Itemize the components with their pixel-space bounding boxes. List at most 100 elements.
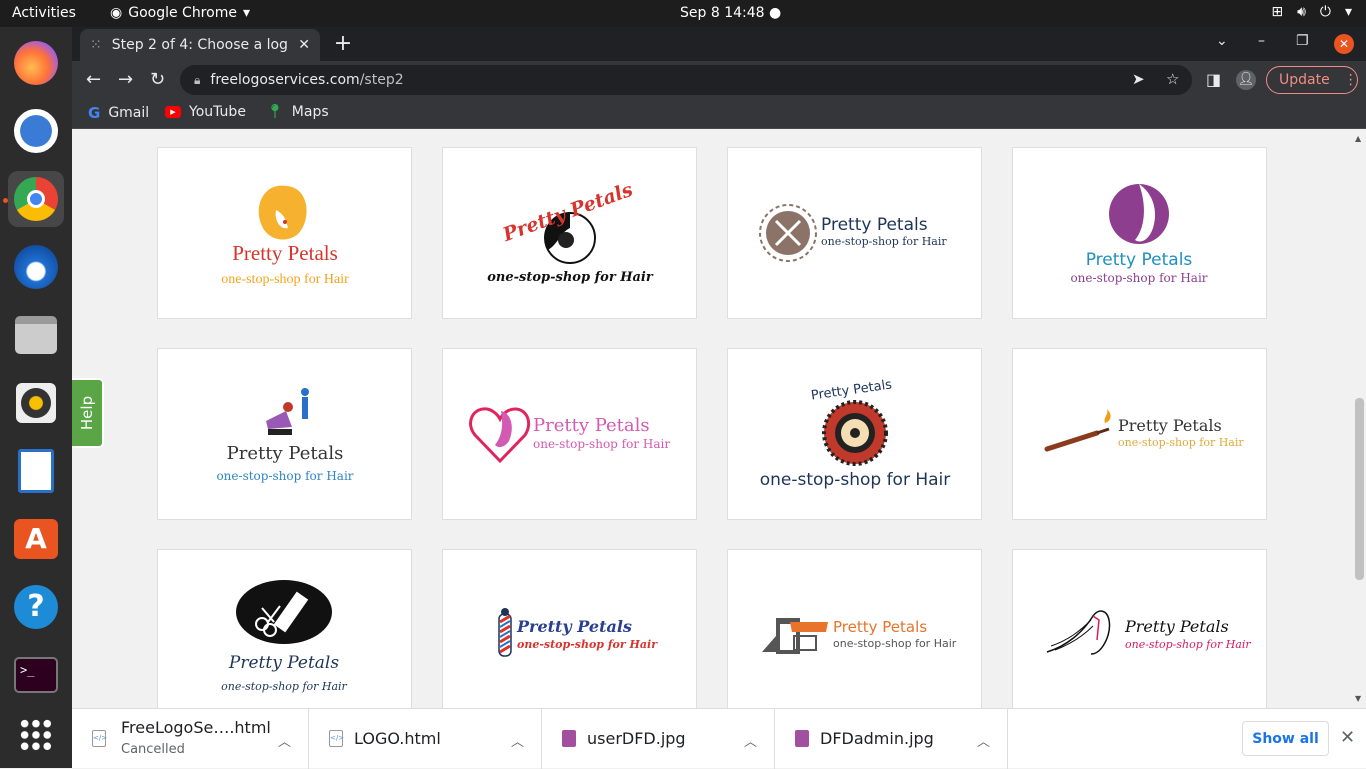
logo-tagline: one-stop-shop for Hair [533,437,670,451]
dock-thunderbird[interactable] [8,239,64,295]
dock-terminal[interactable]: >_ [8,647,64,703]
bookmark-label: Gmail [108,105,150,121]
logo-card[interactable]: Pretty Petals one-stop-shop for Hair [442,549,697,708]
dock-rhythmbox[interactable] [8,375,64,431]
side-panel-icon[interactable]: ◨ [1206,70,1221,89]
woman-hair-icon [258,185,307,240]
help-tab[interactable]: Help [72,378,104,448]
tab-active[interactable]: ⁙ Step 2 of 4: Choose a logo ✕ [80,29,320,61]
send-tab-icon[interactable]: ➤ [1132,70,1145,88]
forward-button[interactable]: → [118,69,133,90]
chevron-up-icon[interactable]: ︿ [511,731,524,750]
page-scrollbar[interactable]: ▲ ▼ [1352,130,1366,708]
rhythmbox-icon [16,383,56,423]
clock[interactable]: Sep 8 14:48 ● [680,5,781,21]
caret-down-icon: ▾ [1344,4,1352,20]
salon-chair-icon [266,388,309,435]
download-filename: LOGO.html [354,729,441,748]
address-bar[interactable]: 🔒︎ freelogoservices.com/step2 ➤ ☆ [180,65,1192,95]
logo-card[interactable]: Pretty Petals one-stop-shop for Hair [727,348,982,520]
logo-name: Pretty Petals [232,241,338,265]
chevron-up-icon[interactable]: ︿ [278,731,291,750]
download-item[interactable]: userDFD.jpg ︿ [542,709,775,769]
logo-tagline: one-stop-shop for Hair [821,235,947,248]
logo-card[interactable]: Pretty Petals one-stop-shop for Hair [1012,549,1267,708]
logo-name: Pretty Petals [833,618,927,636]
dock-writer[interactable] [8,443,64,499]
scissors-badge-icon [759,204,817,262]
logo-graphic: Pretty Petals one-stop-shop for Hair [487,179,654,285]
logo-name: Pretty Petals [533,415,650,436]
logo-card[interactable]: Pretty Petals one-stop-shop for Hair [442,348,697,520]
show-all-button[interactable]: Show all [1242,721,1329,756]
scrollbar-thumb[interactable] [1355,398,1364,580]
bookmark-maps[interactable]: 📍︎ Maps [266,104,329,120]
dock-files[interactable] [8,307,64,363]
logo-graphic: Pretty Petals one-stop-shop for Hair [762,618,957,654]
update-button[interactable]: Update ⋮ [1266,66,1358,94]
chevron-up-icon[interactable]: ︿ [744,731,757,750]
tab-strip: ⁙ Step 2 of 4: Choose a logo ✕ + ⌄ – ❐ ✕ [72,27,1366,61]
close-window-button[interactable]: ✕ [1334,34,1354,54]
new-tab-button[interactable]: + [330,31,356,56]
back-button[interactable]: ← [86,69,101,90]
download-shelf: </> FreeLogoSe….html Cancelled ︿ </> LOG… [72,708,1366,769]
download-item[interactable]: </> FreeLogoSe….html Cancelled ︿ [72,709,309,769]
bookmark-gmail[interactable]: G Gmail [88,104,149,122]
logo-graphic: Pretty Petals one-stop-shop for Hair [759,204,947,262]
mandala-icon [822,400,888,466]
logo-name: Pretty Petals [227,443,344,464]
tab-search-icon[interactable]: ⌄ [1216,33,1228,49]
maximize-button[interactable]: ❐ [1296,33,1309,49]
power-icon: ⏻ [1319,4,1331,20]
android-studio-icon [14,109,58,153]
logo-card[interactable]: Pretty Petals one-stop-shop for Hair [157,348,412,520]
salon-storefront-icon [762,618,828,654]
logo-tagline: one-stop-shop for Hair [216,469,353,483]
chevron-up-icon[interactable]: ︿ [977,731,990,750]
download-item[interactable]: DFDadmin.jpg ︿ [775,709,1008,769]
profile-avatar-icon[interactable]: 👤︎ [1236,70,1256,90]
scroll-up-arrow-icon[interactable]: ▲ [1355,134,1361,143]
firefox-icon [14,41,58,85]
browser-toolbar: ← → ↻ 🔒︎ freelogoservices.com/step2 ➤ ☆ … [72,61,1366,99]
logo-card[interactable]: Pretty Petals one-stop-shop for Hair [1012,348,1267,520]
clock-label: Sep 8 14:48 [680,5,765,21]
scroll-down-arrow-icon[interactable]: ▼ [1355,694,1361,703]
logo-graphic: Pretty Petals one-stop-shop for Hair [221,185,349,287]
app-menu-label: Google Chrome [128,5,237,21]
logo-card[interactable]: Pretty Petals one-stop-shop for Hair [1012,147,1267,319]
dock-app-grid[interactable] [8,707,64,763]
dock-chrome[interactable] [8,171,64,227]
logo-card[interactable]: Pretty Petals one-stop-shop for Hair [727,147,982,319]
dock-firefox[interactable] [8,35,64,91]
logo-card[interactable]: Pretty Petals one-stop-shop for Hair [727,549,982,708]
app-menu[interactable]: ◉ Google Chrome ▾ [110,5,250,21]
logo-name: Pretty Petals [810,377,893,403]
system-tray[interactable]: ⊞ 🔊︎ ⏻ ▾ [1271,4,1352,20]
bookmark-star-icon[interactable]: ☆ [1166,70,1179,88]
close-download-shelf-icon[interactable]: ✕ [1340,727,1355,748]
image-file-icon [795,730,809,747]
logo-card[interactable]: Pretty Petals one-stop-shop for Hair [157,147,412,319]
reload-button[interactable]: ↻ [150,69,165,90]
bookmark-youtube[interactable]: ▶ YouTube [165,104,246,120]
logo-tagline: one-stop-shop for Hair [221,680,347,693]
dock-studio[interactable] [8,103,64,159]
dock-help[interactable]: ? [8,579,64,635]
minimize-button[interactable]: – [1258,33,1265,49]
logo-name: Pretty Petals [1124,617,1229,636]
tab-close-icon[interactable]: ✕ [298,37,310,53]
logo-card[interactable]: Pretty Petals one-stop-shop for Hair [157,549,412,708]
network-icon: ⊞ [1271,4,1284,20]
google-icon: G [88,104,101,122]
logo-card[interactable]: Pretty Petals one-stop-shop for Hair [442,147,697,319]
software-center-icon: A [14,519,58,559]
maps-icon: 📍︎ [266,104,284,120]
volume-icon: 🔊︎ [1297,4,1306,20]
logo-name: Pretty Petals [1086,250,1193,270]
activities-button[interactable]: Activities [12,5,76,21]
download-item[interactable]: </> LOGO.html ︿ [309,709,542,769]
help-icon: ? [14,585,58,629]
dock-software[interactable]: A [8,511,64,567]
